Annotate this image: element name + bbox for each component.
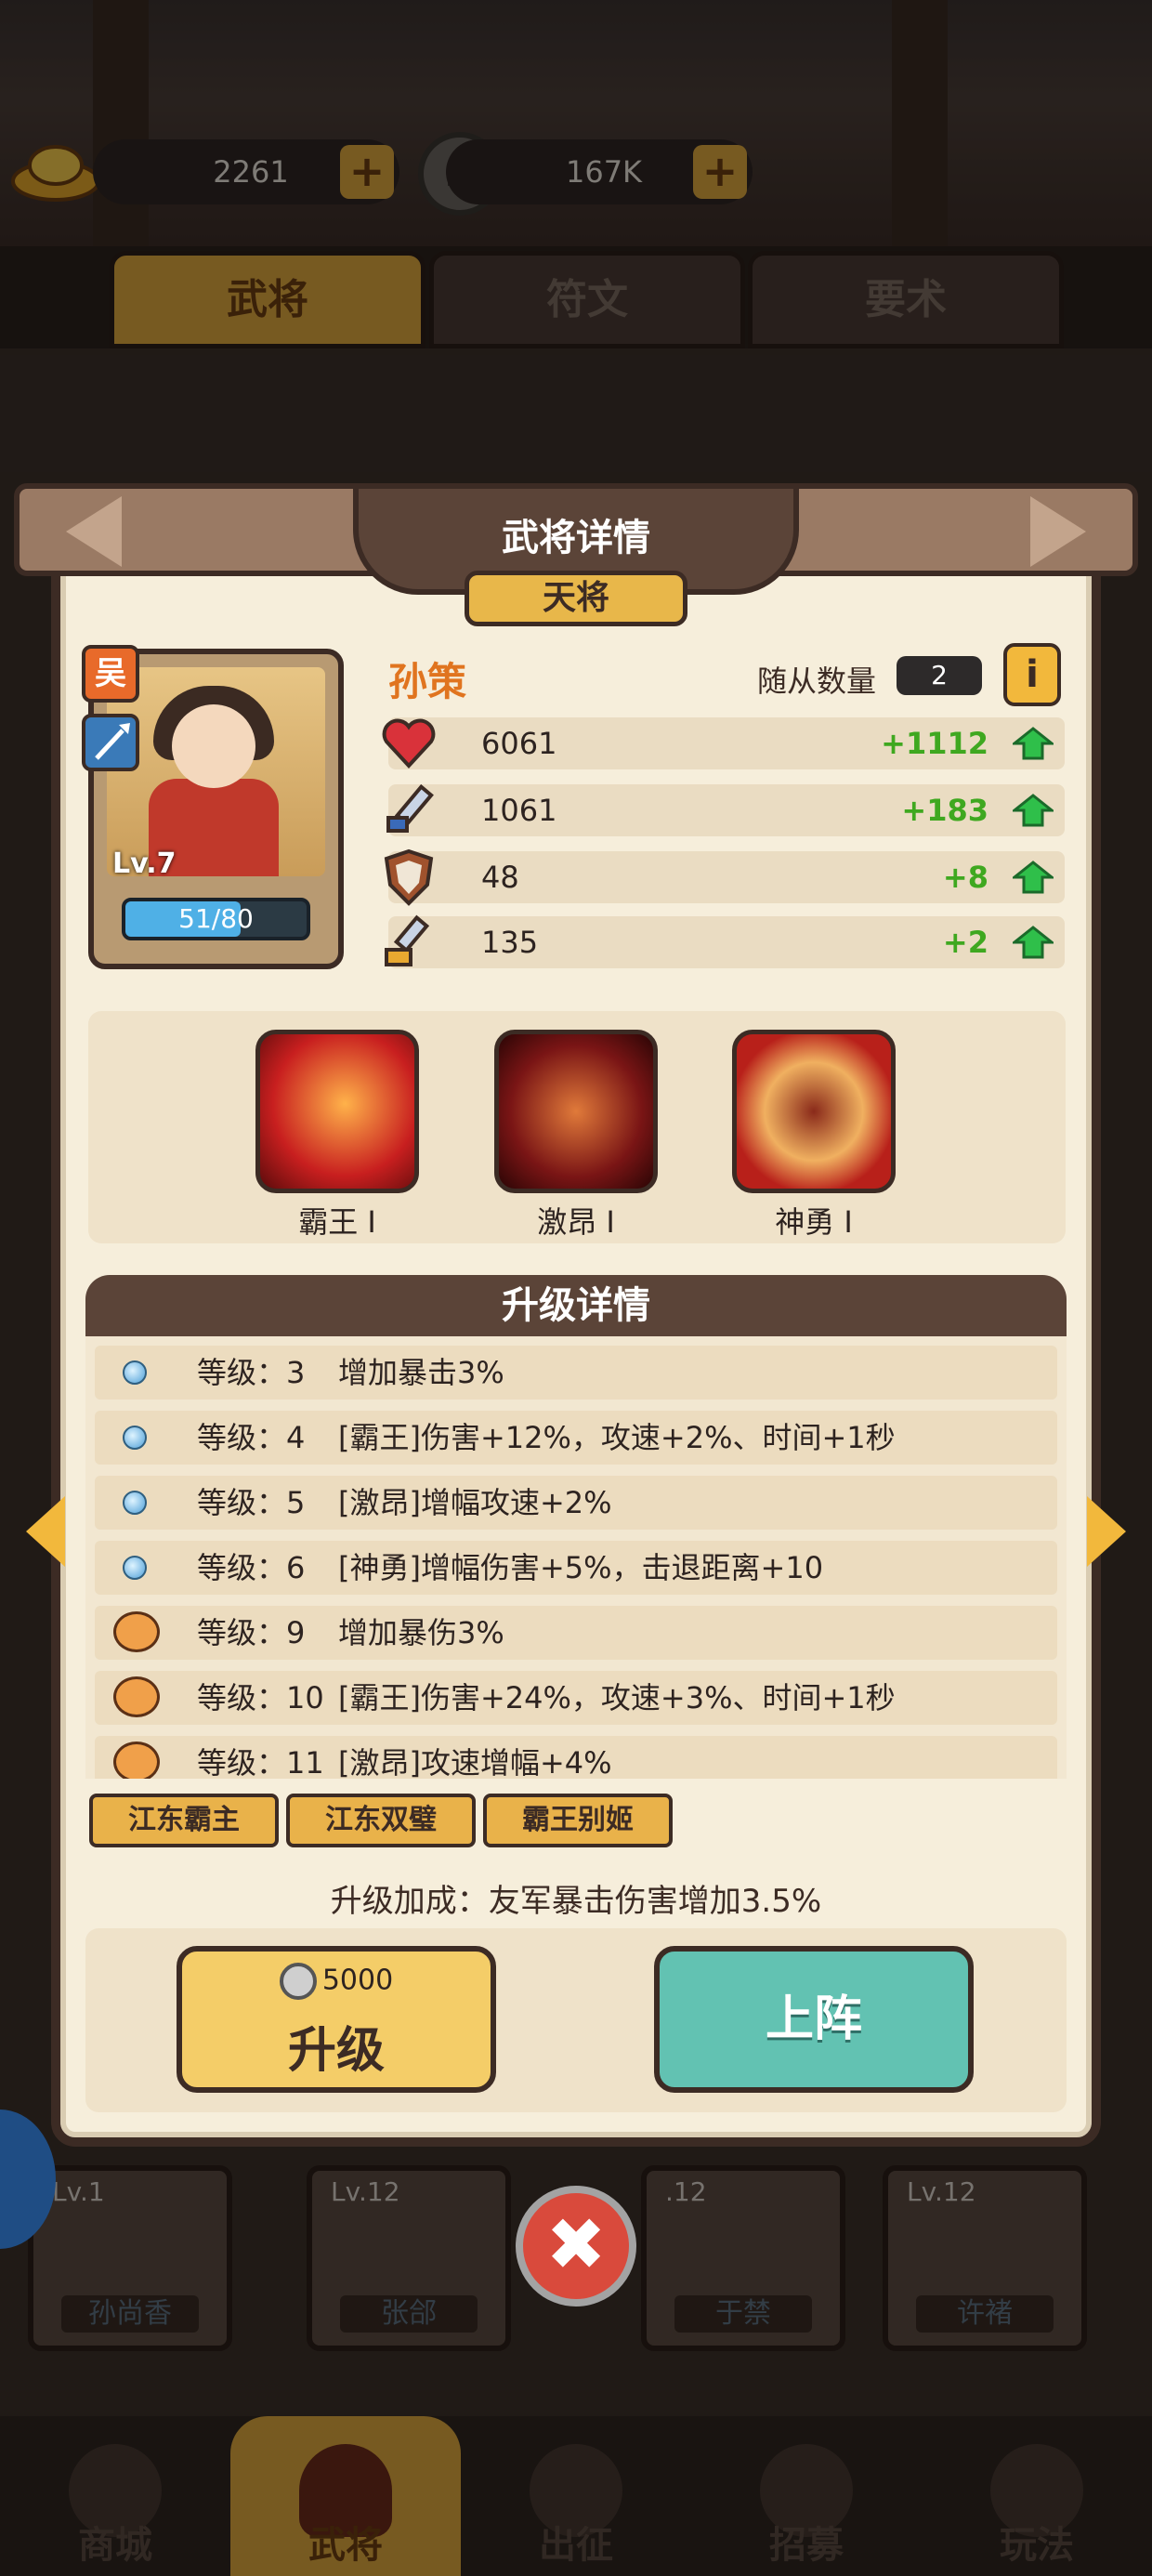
previous-general-arrow[interactable] [26,1496,65,1567]
blue-orb-icon [123,1556,147,1580]
spear-strike-skill-icon [255,1030,419,1193]
bond-tag[interactable]: 江东霸主 [89,1794,279,1847]
upgrade-item: 等级：9 增加暴伤3% [95,1606,1057,1660]
exp-text: 51/80 [178,903,254,934]
sword-icon [379,781,439,840]
upgrade-bonus-text: 升级加成：友军暴击伤害增加3.5% [330,1883,822,1920]
hero-level: Lv.7 [112,848,177,880]
close-button[interactable]: ✖ [516,2186,636,2307]
dialog-title: 武将详情 [502,517,650,559]
stat-row-attack: 1061 +183 [386,783,1065,836]
upgrade-button-label: 升级 [287,2023,385,2079]
shield-icon [379,848,439,907]
skill-jiang[interactable]: 激昂 I [494,1030,658,1242]
war-horn-skill-icon [494,1030,658,1193]
blue-orb-icon [123,1360,147,1385]
upgrade-arrow-icon [1010,861,1056,894]
whirlwind-skill-icon [732,1030,896,1193]
upgrade-item: 等级：3 增加暴击3% [95,1346,1057,1400]
skill-bawang[interactable]: 霸王 I [255,1030,419,1242]
upgrade-item: 等级：5 [激昂]增幅攻速+2% [95,1476,1057,1530]
exp-bar: 51/80 [122,898,310,940]
stat-row-hp: 6061 +1112 [382,717,1065,769]
follower-count-value: 2 [897,656,982,695]
upgrade-cost: 5000 [182,1963,491,2000]
next-general-arrow[interactable] [1087,1496,1126,1567]
banner-left-ornament [66,496,122,567]
upgrade-arrow-icon [1010,926,1056,959]
boot-icon [379,913,439,972]
upgrade-arrow-icon [1010,794,1056,827]
upgrade-item: 等级：11 [激昂]攻速增幅+4% [95,1736,1057,1779]
info-button[interactable]: i [1003,643,1061,706]
upgrade-details-header: 升级详情 [85,1275,1067,1336]
pig-icon [113,1611,160,1652]
deploy-button[interactable]: 上阵 [654,1946,974,2093]
rank-badge: 天将 [465,571,687,626]
upgrade-button[interactable]: 5000 升级 [177,1946,496,2093]
pig-icon [113,1676,160,1717]
banner-right-ornament [1030,496,1086,567]
hero-name: 孙策 [388,659,467,704]
blue-orb-icon [123,1426,147,1450]
bond-tag[interactable]: 霸王别姬 [483,1794,673,1847]
heart-icon [379,714,439,773]
pig-icon [113,1741,160,1779]
stat-row-defense: 48 +8 [384,848,1065,906]
coin-icon [279,1963,317,2000]
upgrade-arrow-icon [1010,727,1056,760]
upgrade-item: 等级：6 [神勇]增幅伤害+5%，击退距离+10 [95,1541,1057,1595]
skill-shenyong[interactable]: 神勇 I [732,1030,896,1242]
follower-count-label: 随从数量 [757,664,877,699]
upgrade-details-list[interactable]: 等级：3 增加暴击3% 等级：4 [霸王]伤害+12%，攻速+2%、时间+1秒 … [85,1336,1067,1779]
blue-orb-icon [123,1491,147,1515]
hero-portrait [107,667,325,876]
bond-tag[interactable]: 江东双璧 [286,1794,476,1847]
spear-icon [82,714,139,771]
stat-row-speed: 135 +2 [385,914,1065,968]
upgrade-item: 等级：10 [霸王]伤害+24%，攻速+3%、时间+1秒 [95,1671,1057,1725]
upgrade-item: 等级：4 [霸王]伤害+12%，攻速+2%、时间+1秒 [95,1411,1057,1465]
faction-badge: 吴 [82,645,139,703]
